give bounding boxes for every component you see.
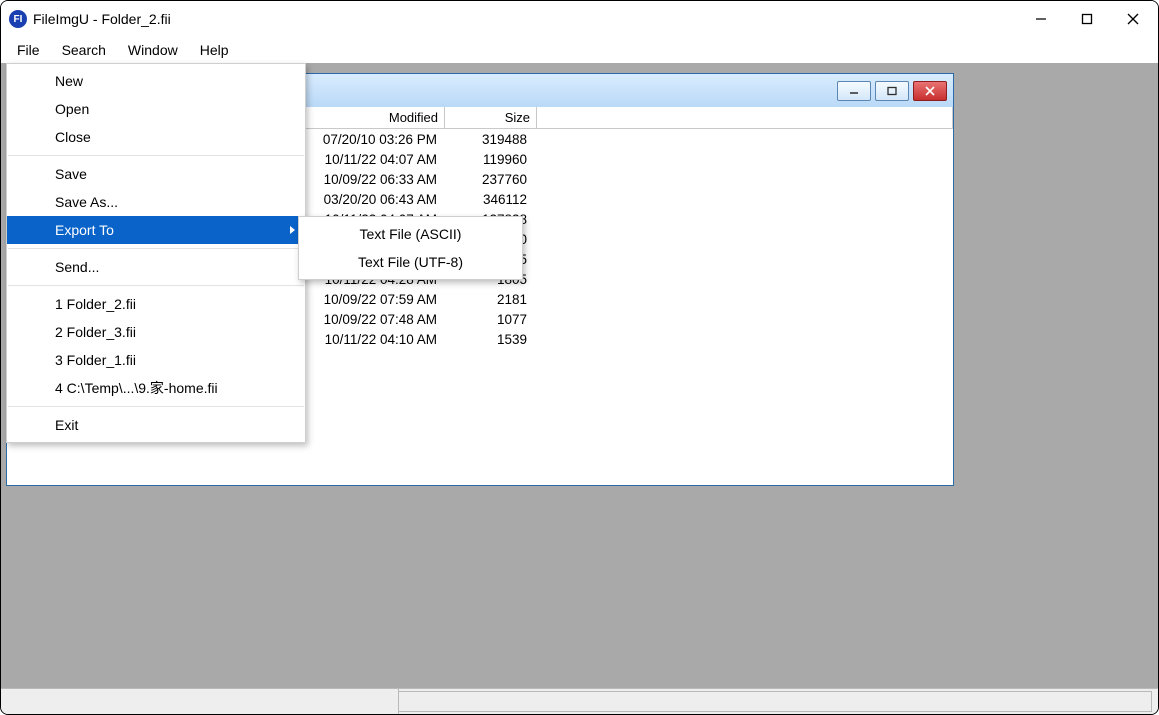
menu-separator bbox=[8, 155, 304, 156]
child-minimize-button[interactable] bbox=[837, 81, 871, 101]
file-dropdown: New Open Close Save Save As... Export To… bbox=[6, 63, 306, 443]
cell-size: 1539 bbox=[445, 332, 537, 347]
col-header-pad bbox=[537, 107, 953, 128]
file-menu-recent-2[interactable]: 2 Folder_3.fii bbox=[7, 318, 305, 346]
window-title: FileImgU - Folder_2.fii bbox=[33, 11, 171, 27]
cell-size: 346112 bbox=[445, 192, 537, 207]
file-menu-close[interactable]: Close bbox=[7, 123, 305, 151]
child-close-button[interactable] bbox=[913, 81, 947, 101]
file-menu-export-to[interactable]: Export To bbox=[7, 216, 305, 244]
export-submenu: Text File (ASCII) Text File (UTF-8) bbox=[298, 216, 523, 280]
menu-help[interactable]: Help bbox=[190, 40, 239, 60]
cell-size: 319488 bbox=[445, 132, 537, 147]
export-ascii[interactable]: Text File (ASCII) bbox=[299, 220, 522, 248]
submenu-arrow-icon bbox=[290, 226, 295, 234]
export-utf8[interactable]: Text File (UTF-8) bbox=[299, 248, 522, 276]
menu-file[interactable]: File bbox=[7, 40, 50, 60]
file-menu-recent-1[interactable]: 1 Folder_2.fii bbox=[7, 290, 305, 318]
close-button[interactable] bbox=[1110, 3, 1156, 35]
file-menu-recent-3[interactable]: 3 Folder_1.fii bbox=[7, 346, 305, 374]
status-bar bbox=[1, 688, 1158, 714]
child-maximize-button[interactable] bbox=[875, 81, 909, 101]
minimize-button[interactable] bbox=[1018, 3, 1064, 35]
app-window: FI FileImgU - Folder_2.fii File Search W… bbox=[0, 0, 1159, 715]
file-menu-exit[interactable]: Exit bbox=[7, 411, 305, 439]
cell-size: 1077 bbox=[445, 312, 537, 327]
cell-size: 237760 bbox=[445, 172, 537, 187]
menu-window[interactable]: Window bbox=[118, 40, 188, 60]
menu-separator bbox=[8, 406, 304, 407]
status-left bbox=[1, 689, 399, 714]
app-icon: FI bbox=[9, 10, 27, 28]
menu-separator bbox=[8, 248, 304, 249]
file-menu-export-to-label: Export To bbox=[55, 222, 114, 238]
file-menu-send[interactable]: Send... bbox=[7, 253, 305, 281]
menu-separator bbox=[8, 285, 304, 286]
file-menu-open[interactable]: Open bbox=[7, 95, 305, 123]
cell-size: 2181 bbox=[445, 292, 537, 307]
col-header-size[interactable]: Size bbox=[445, 107, 537, 128]
file-menu-save-as[interactable]: Save As... bbox=[7, 188, 305, 216]
maximize-button[interactable] bbox=[1064, 3, 1110, 35]
file-menu-new[interactable]: New bbox=[7, 67, 305, 95]
status-right bbox=[399, 691, 1152, 712]
title-bar: FI FileImgU - Folder_2.fii bbox=[1, 1, 1158, 37]
file-menu-recent-4[interactable]: 4 C:\Temp\...\9.家-home.fii bbox=[7, 374, 305, 402]
menu-search[interactable]: Search bbox=[52, 40, 116, 60]
cell-size: 119960 bbox=[445, 152, 537, 167]
menu-bar: File Search Window Help bbox=[1, 37, 1158, 63]
file-menu-save[interactable]: Save bbox=[7, 160, 305, 188]
